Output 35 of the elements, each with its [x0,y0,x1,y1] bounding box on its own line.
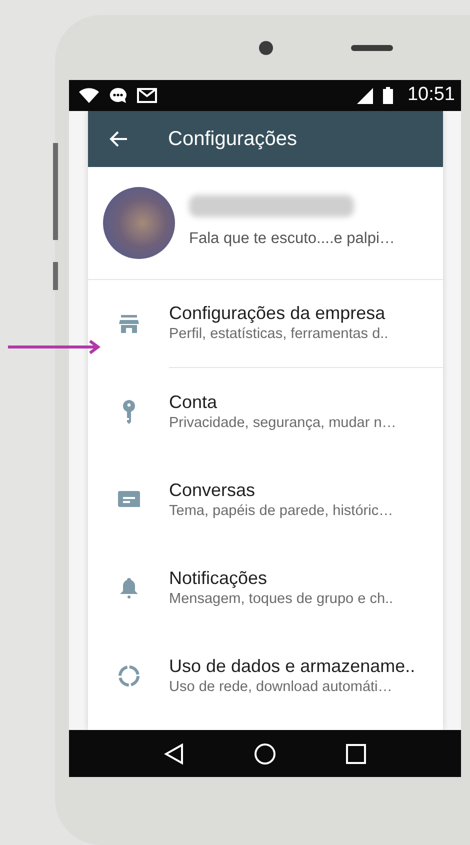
item-subtitle: Mensagem, toques de grupo e ch.. [169,590,394,609]
message-card-icon [118,491,140,509]
status-time: 10:51 [407,83,455,108]
settings-item[interactable]: Uso de dados e armazename.. Uso de rede, download automáti… [88,632,443,720]
signal-icon [357,88,374,104]
item-subtitle: Uso de rede, download automáti… [169,678,394,697]
settings-item[interactable]: Conta Privacidade, segurança, mudar n… [88,368,443,456]
settings-item[interactable]: Notificações Mensagem, toques de grupo e ch.. [88,544,443,632]
settings-item[interactable]: Conversas Tema, papéis de parede, históric… [88,456,443,544]
ring-icon [118,665,140,687]
mail-icon [137,88,157,103]
settings-item[interactable]: Configurações da empresa Perfil, estatísticas, ferramentas d.. [88,280,443,368]
item-title: Configurações da empresa [169,302,386,326]
back-icon[interactable] [164,742,184,764]
chat-icon [109,87,127,104]
key-icon [122,400,136,424]
item-title: Conversas [169,478,256,502]
app-bar-title: Configurações [168,127,297,152]
speaker-grille [351,44,393,50]
item-subtitle: Perfil, estatísticas, ferramentas d.. [169,325,390,344]
recents-icon[interactable] [346,744,366,764]
home-icon[interactable] [254,742,276,764]
profile-status: Fala que te escuto....e palpi… [189,229,395,250]
battery-icon [383,87,394,104]
wifi-icon [79,88,99,104]
item-title: Conta [169,390,218,414]
bell-icon [120,577,138,599]
store-icon [118,315,138,333]
item-subtitle: Tema, papéis de parede, históric… [169,502,394,521]
profile-row[interactable]: Fala que te escuto....e palpi… [88,167,443,280]
camera-dot [259,40,273,54]
item-title: Uso de dados e armazename.. [169,654,416,678]
item-title: Notificações [169,566,268,590]
back-arrow-icon[interactable] [108,130,128,148]
item-subtitle: Privacidade, segurança, mudar n… [169,414,398,433]
